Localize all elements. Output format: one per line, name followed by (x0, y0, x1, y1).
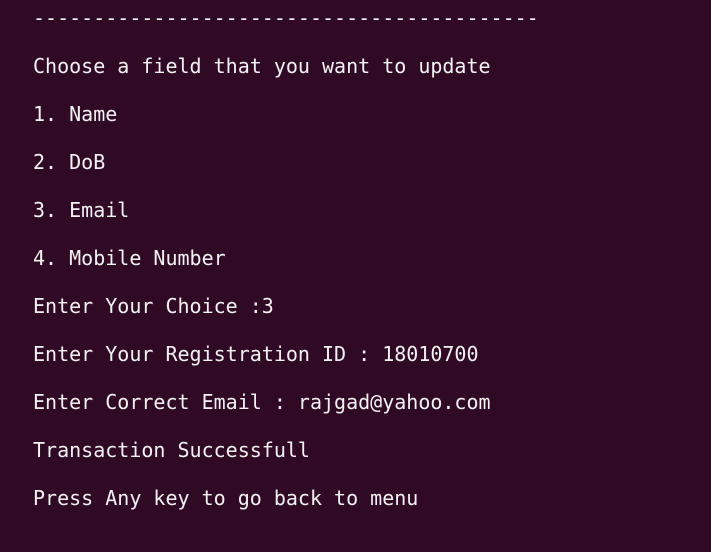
email-input-line: Enter Correct Email : rajgad@yahoo.com (33, 390, 491, 414)
terminal-window[interactable]: ----------------------------------------… (0, 0, 711, 552)
separator-line: ----------------------------------------… (33, 6, 539, 30)
choice-input-line: Enter Your Choice :3 (33, 294, 274, 318)
option-dob: 2. DoB (33, 150, 106, 174)
option-email: 3. Email (33, 198, 130, 222)
option-mobile-number: 4. Mobile Number (33, 246, 226, 270)
back-to-menu-prompt: Press Any key to go back to menu (33, 486, 419, 510)
transaction-status-line: Transaction Successfull (33, 438, 310, 462)
registration-id-input-line: Enter Your Registration ID : 18010700 (33, 342, 479, 366)
update-field-prompt: Choose a field that you want to update (33, 54, 491, 78)
option-name: 1. Name (33, 102, 118, 126)
